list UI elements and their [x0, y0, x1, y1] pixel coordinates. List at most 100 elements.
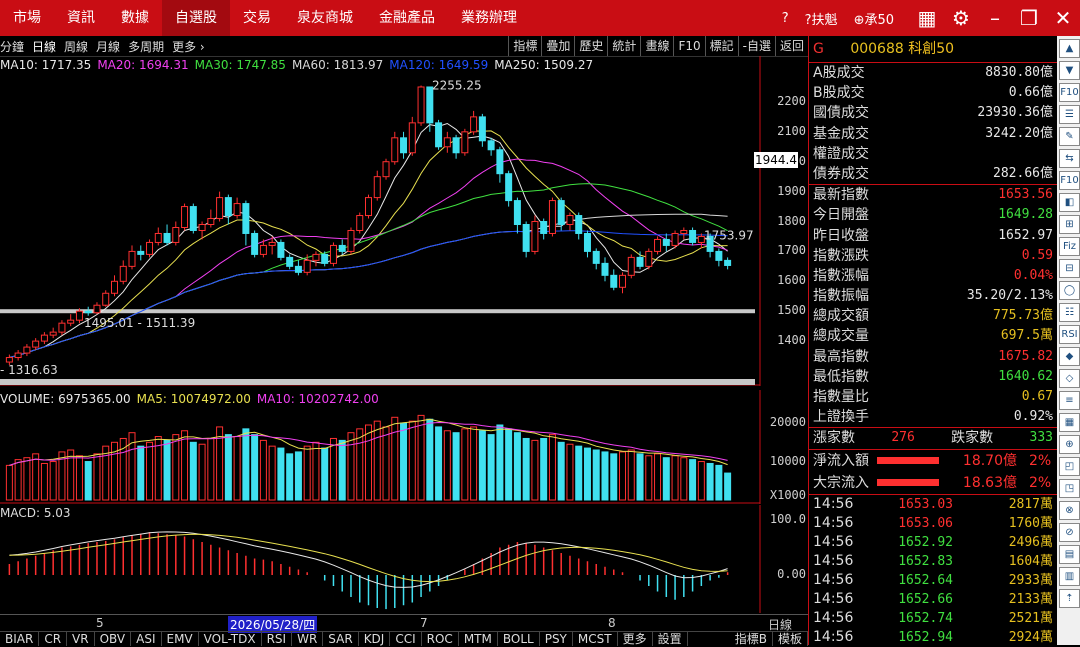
indicator-tab-15[interactable]: PSY — [540, 632, 573, 646]
side-tool-icon[interactable]: F10 — [1059, 171, 1080, 190]
tick-price: 1652.83 — [898, 553, 953, 569]
candlestick-chart[interactable]: 2255.25 1495.01 - 1511.39 1753.97 - 1316.63 — [0, 56, 808, 386]
tool-button-8[interactable]: 返回 — [774, 36, 808, 56]
indicator-tab-14[interactable]: BOLL — [498, 632, 540, 646]
period-tab-3[interactable]: 月線 — [96, 38, 120, 55]
side-tool-icon[interactable]: RSI — [1059, 325, 1080, 344]
menu-item-2[interactable]: 數據 — [108, 0, 162, 36]
side-tool-icon[interactable]: ⊕ — [1059, 435, 1080, 454]
side-tool-icon[interactable]: ⊗ — [1059, 501, 1080, 520]
menu-item-6[interactable]: 金融產品 — [366, 0, 448, 36]
menu-item-3[interactable]: 自選股 — [162, 0, 230, 36]
quote-row-value: 0.59 — [1021, 247, 1053, 263]
indicator-tab-5[interactable]: EMV — [162, 632, 199, 646]
tool-button-5[interactable]: F10 — [673, 36, 704, 56]
indicator-tab-6[interactable]: VOL-TDX — [199, 632, 262, 646]
minimize-icon[interactable]: – — [978, 6, 1012, 30]
side-tool-icon[interactable]: ⊘ — [1059, 523, 1080, 542]
macd-chart[interactable] — [0, 505, 808, 613]
side-tool-icon[interactable]: ☰ — [1059, 105, 1080, 124]
side-tool-icon[interactable]: ⊞ — [1059, 215, 1080, 234]
side-tool-icon[interactable]: ◆ — [1059, 347, 1080, 366]
candle-body — [417, 86, 425, 124]
indicator-tab-2[interactable]: VR — [67, 632, 95, 646]
side-tool-icon[interactable]: ◳ — [1059, 479, 1080, 498]
close-icon[interactable]: ✕ — [1046, 6, 1080, 30]
indicator-tab-12[interactable]: ROC — [422, 632, 459, 646]
side-tool-icon[interactable]: ≡ — [1059, 391, 1080, 410]
menu-item-4[interactable]: 交易 — [230, 0, 284, 36]
side-tool-icon[interactable]: ⊟ — [1059, 259, 1080, 278]
indicator-tab-10[interactable]: KDJ — [359, 632, 391, 646]
tick-time: 14:56 — [813, 590, 854, 607]
tool-button-3[interactable]: 統計 — [607, 36, 640, 56]
indicator-tab-18[interactable]: 設置 — [653, 632, 688, 646]
tool-button-4[interactable]: 畫線 — [640, 36, 673, 56]
side-tool-icon[interactable]: ▼ — [1059, 61, 1080, 80]
indicator-tab-7[interactable]: RSI — [262, 632, 293, 646]
side-tool-icon[interactable]: ▥ — [1059, 567, 1080, 586]
period-tab-5[interactable]: 更多 › — [172, 38, 205, 55]
side-tool-icon[interactable]: ◧ — [1059, 193, 1080, 212]
tool-button-2[interactable]: 歷史 — [574, 36, 607, 56]
quote-row-label: 今日開盤 — [813, 207, 869, 224]
tool-button-6[interactable]: 標記 — [704, 36, 738, 56]
side-tool-icon[interactable]: ▤ — [1059, 545, 1080, 564]
menu-item-0[interactable]: 市場 — [0, 0, 54, 36]
template-tab-0[interactable]: 指標B — [730, 632, 773, 646]
menu-item-1[interactable]: 資訊 — [54, 0, 108, 36]
quote-row-value: 697.5萬 — [1000, 328, 1053, 344]
volume-chart[interactable] — [0, 390, 808, 504]
side-tool-icon[interactable]: ⇡ — [1059, 589, 1080, 608]
tick-list[interactable]: 14:56 1653.03 2817萬 14:56 1653.06 1760萬 14:56 1… — [809, 493, 1057, 647]
side-tool-icon[interactable]: ▦ — [1059, 413, 1080, 432]
candle-body — [329, 244, 337, 264]
tool-button-1[interactable]: 疊加 — [541, 36, 574, 56]
indicator-tab-17[interactable]: 更多 — [618, 632, 653, 646]
indicator-tab-9[interactable]: SAR — [323, 632, 359, 646]
indicator-tab-8[interactable]: WR — [292, 632, 324, 646]
side-tool-icon[interactable]: Fiz — [1059, 237, 1080, 256]
gear-icon[interactable]: ⚙ — [944, 6, 978, 30]
period-tab-1[interactable]: 日線 — [32, 38, 56, 55]
period-tab-2[interactable]: 周線 — [64, 38, 88, 55]
indicator-tab-13[interactable]: MTM — [459, 632, 498, 646]
tick-volume: 2496萬 — [1008, 534, 1053, 550]
side-tool-icon[interactable]: F10 — [1059, 83, 1080, 102]
menu-item-7[interactable]: 業務辦理 — [448, 0, 530, 36]
restore-window-icon[interactable]: ❐ — [1012, 6, 1046, 30]
volume-bar — [163, 439, 171, 501]
side-tool-icon[interactable]: ◰ — [1059, 457, 1080, 476]
tool-button-7[interactable]: -自選 — [737, 36, 775, 56]
tick-row: 14:56 1652.64 2933萬 — [809, 571, 1057, 590]
indicator-tab-1[interactable]: CR — [39, 632, 68, 646]
indicator-tab-16[interactable]: MCST — [573, 632, 618, 646]
side-tool-icon[interactable]: ⇆ — [1059, 149, 1080, 168]
quote-row: 指數量比 0.67 — [809, 387, 1057, 407]
layout-grid-icon[interactable]: ▦ — [910, 6, 944, 30]
candle-body — [627, 256, 635, 276]
tool-button-0[interactable]: 指標 — [508, 36, 541, 56]
order-link[interactable]: ⊕承50 — [854, 9, 894, 28]
side-tool-icon[interactable]: ◇ — [1059, 369, 1080, 388]
candle-body — [356, 215, 364, 231]
volume-bar — [23, 457, 31, 501]
panel-header: G 000688 科創50 — [809, 36, 1057, 63]
user-link[interactable]: ?扶魁 — [805, 9, 838, 28]
period-tab-0[interactable]: 分鐘 — [0, 38, 24, 55]
indicator-tab-3[interactable]: OBV — [95, 632, 132, 646]
candle-body — [470, 116, 478, 133]
help-link[interactable]: ? — [782, 11, 789, 26]
top-menu-bar: 市場 資訊 數據 自選股 交易 泉友商城 金融產品 業務辦理 ? ?扶魁 ⊕承50 ▦ ⚙ –… — [0, 0, 1080, 36]
indicator-tab-0[interactable]: BIAR — [0, 632, 40, 646]
period-tab-4[interactable]: 多周期 — [128, 38, 164, 55]
indicator-tab-4[interactable]: ASI — [131, 632, 162, 646]
side-tool-icon[interactable]: ▲ — [1059, 39, 1080, 58]
template-tab-1[interactable]: 模板 — [773, 632, 808, 646]
indicator-tab-11[interactable]: CCI — [390, 632, 422, 646]
menu-item-5[interactable]: 泉友商城 — [284, 0, 366, 36]
side-tool-icon[interactable]: ◯ — [1059, 281, 1080, 300]
side-tool-icon[interactable]: ✎ — [1059, 127, 1080, 146]
side-tool-icon[interactable]: ☷ — [1059, 303, 1080, 322]
candle-body — [338, 244, 346, 252]
